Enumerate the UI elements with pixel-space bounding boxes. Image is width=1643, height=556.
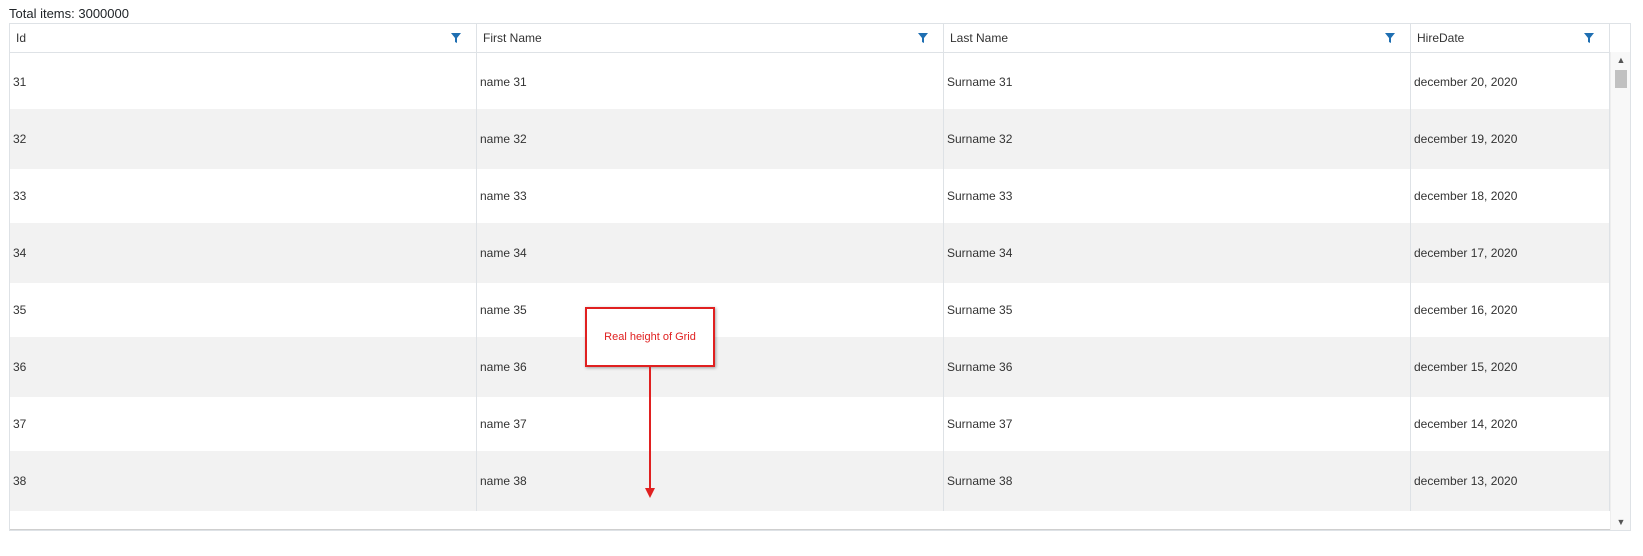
cell-hiredate[interactable]: december 14, 2020 bbox=[1411, 394, 1610, 454]
table-row[interactable]: 31 name 31 Surname 31 december 20, 2020 bbox=[10, 52, 1610, 112]
cell-last-name[interactable]: Surname 38 bbox=[944, 451, 1411, 511]
column-header-last-name[interactable]: Last Name bbox=[944, 24, 1411, 52]
cell-last-name[interactable]: Surname 37 bbox=[944, 394, 1411, 454]
cell-first-name[interactable]: name 31 bbox=[477, 52, 944, 112]
cell-id[interactable]: 34 bbox=[10, 223, 477, 283]
vertical-scrollbar[interactable]: ▲ ▼ bbox=[1610, 52, 1630, 530]
filter-icon[interactable] bbox=[1384, 32, 1396, 44]
cell-last-name[interactable]: Surname 32 bbox=[944, 109, 1411, 169]
grid-header: Id First Name Last Name HireDate bbox=[10, 24, 1610, 53]
column-header-label: Id bbox=[16, 31, 27, 45]
grid-body: 31 name 31 Surname 31 december 20, 2020 … bbox=[10, 52, 1610, 530]
cell-last-name[interactable]: Surname 34 bbox=[944, 223, 1411, 283]
table-row[interactable]: 37 name 37 Surname 37 december 14, 2020 bbox=[10, 394, 1610, 454]
column-header-label: HireDate bbox=[1417, 31, 1465, 45]
scrollbar-thumb[interactable] bbox=[1615, 70, 1627, 88]
cell-hiredate[interactable]: december 17, 2020 bbox=[1411, 223, 1610, 283]
cell-hiredate[interactable]: december 19, 2020 bbox=[1411, 109, 1610, 169]
scroll-up-arrow-icon[interactable]: ▲ bbox=[1611, 52, 1630, 68]
table-row[interactable]: 33 name 33 Surname 33 december 18, 2020 bbox=[10, 166, 1610, 226]
total-items-label: Total items: 3000000 bbox=[9, 6, 129, 21]
cell-first-name[interactable]: name 33 bbox=[477, 166, 944, 226]
cell-hiredate[interactable]: december 18, 2020 bbox=[1411, 166, 1610, 226]
cell-hiredate[interactable]: december 16, 2020 bbox=[1411, 280, 1610, 340]
column-header-id[interactable]: Id bbox=[10, 24, 477, 52]
column-header-hiredate[interactable]: HireDate bbox=[1411, 24, 1610, 52]
cell-hiredate[interactable]: december 20, 2020 bbox=[1411, 52, 1610, 112]
filter-icon[interactable] bbox=[450, 32, 462, 44]
cell-last-name[interactable]: Surname 36 bbox=[944, 337, 1411, 397]
cell-id[interactable]: 33 bbox=[10, 166, 477, 226]
cell-id[interactable]: 32 bbox=[10, 109, 477, 169]
data-grid: Id First Name Last Name HireDate 31 name… bbox=[9, 23, 1631, 531]
cell-id[interactable]: 31 bbox=[10, 52, 477, 112]
cell-hiredate[interactable]: december 13, 2020 bbox=[1411, 451, 1610, 511]
scroll-down-arrow-icon[interactable]: ▼ bbox=[1611, 514, 1630, 530]
cell-id[interactable]: 35 bbox=[10, 280, 477, 340]
cell-first-name[interactable]: name 32 bbox=[477, 109, 944, 169]
cell-id[interactable]: 37 bbox=[10, 394, 477, 454]
header-scroll-filler bbox=[1610, 24, 1630, 53]
cell-last-name[interactable]: Surname 31 bbox=[944, 52, 1411, 112]
table-row[interactable]: 38 name 38 Surname 38 december 13, 2020 bbox=[10, 451, 1610, 511]
cell-first-name[interactable]: name 34 bbox=[477, 223, 944, 283]
cell-id[interactable]: 36 bbox=[10, 337, 477, 397]
viewport-cut-line bbox=[10, 529, 1610, 530]
column-header-first-name[interactable]: First Name bbox=[477, 24, 944, 52]
cell-last-name[interactable]: Surname 33 bbox=[944, 166, 1411, 226]
cell-hiredate[interactable]: december 15, 2020 bbox=[1411, 337, 1610, 397]
annotation-callout: Real height of Grid bbox=[585, 307, 715, 367]
cell-first-name[interactable]: name 38 bbox=[477, 451, 944, 511]
column-header-label: First Name bbox=[483, 31, 542, 45]
table-row[interactable]: 32 name 32 Surname 32 december 19, 2020 bbox=[10, 109, 1610, 169]
filter-icon[interactable] bbox=[917, 32, 929, 44]
cell-last-name[interactable]: Surname 35 bbox=[944, 280, 1411, 340]
filter-icon[interactable] bbox=[1583, 32, 1595, 44]
table-row[interactable]: 36 name 36 Surname 36 december 15, 2020 bbox=[10, 337, 1610, 397]
table-row[interactable]: 34 name 34 Surname 34 december 17, 2020 bbox=[10, 223, 1610, 283]
table-row[interactable]: 35 name 35 Surname 35 december 16, 2020 bbox=[10, 280, 1610, 340]
column-header-label: Last Name bbox=[950, 31, 1009, 45]
cell-first-name[interactable]: name 37 bbox=[477, 394, 944, 454]
cell-id[interactable]: 38 bbox=[10, 451, 477, 511]
